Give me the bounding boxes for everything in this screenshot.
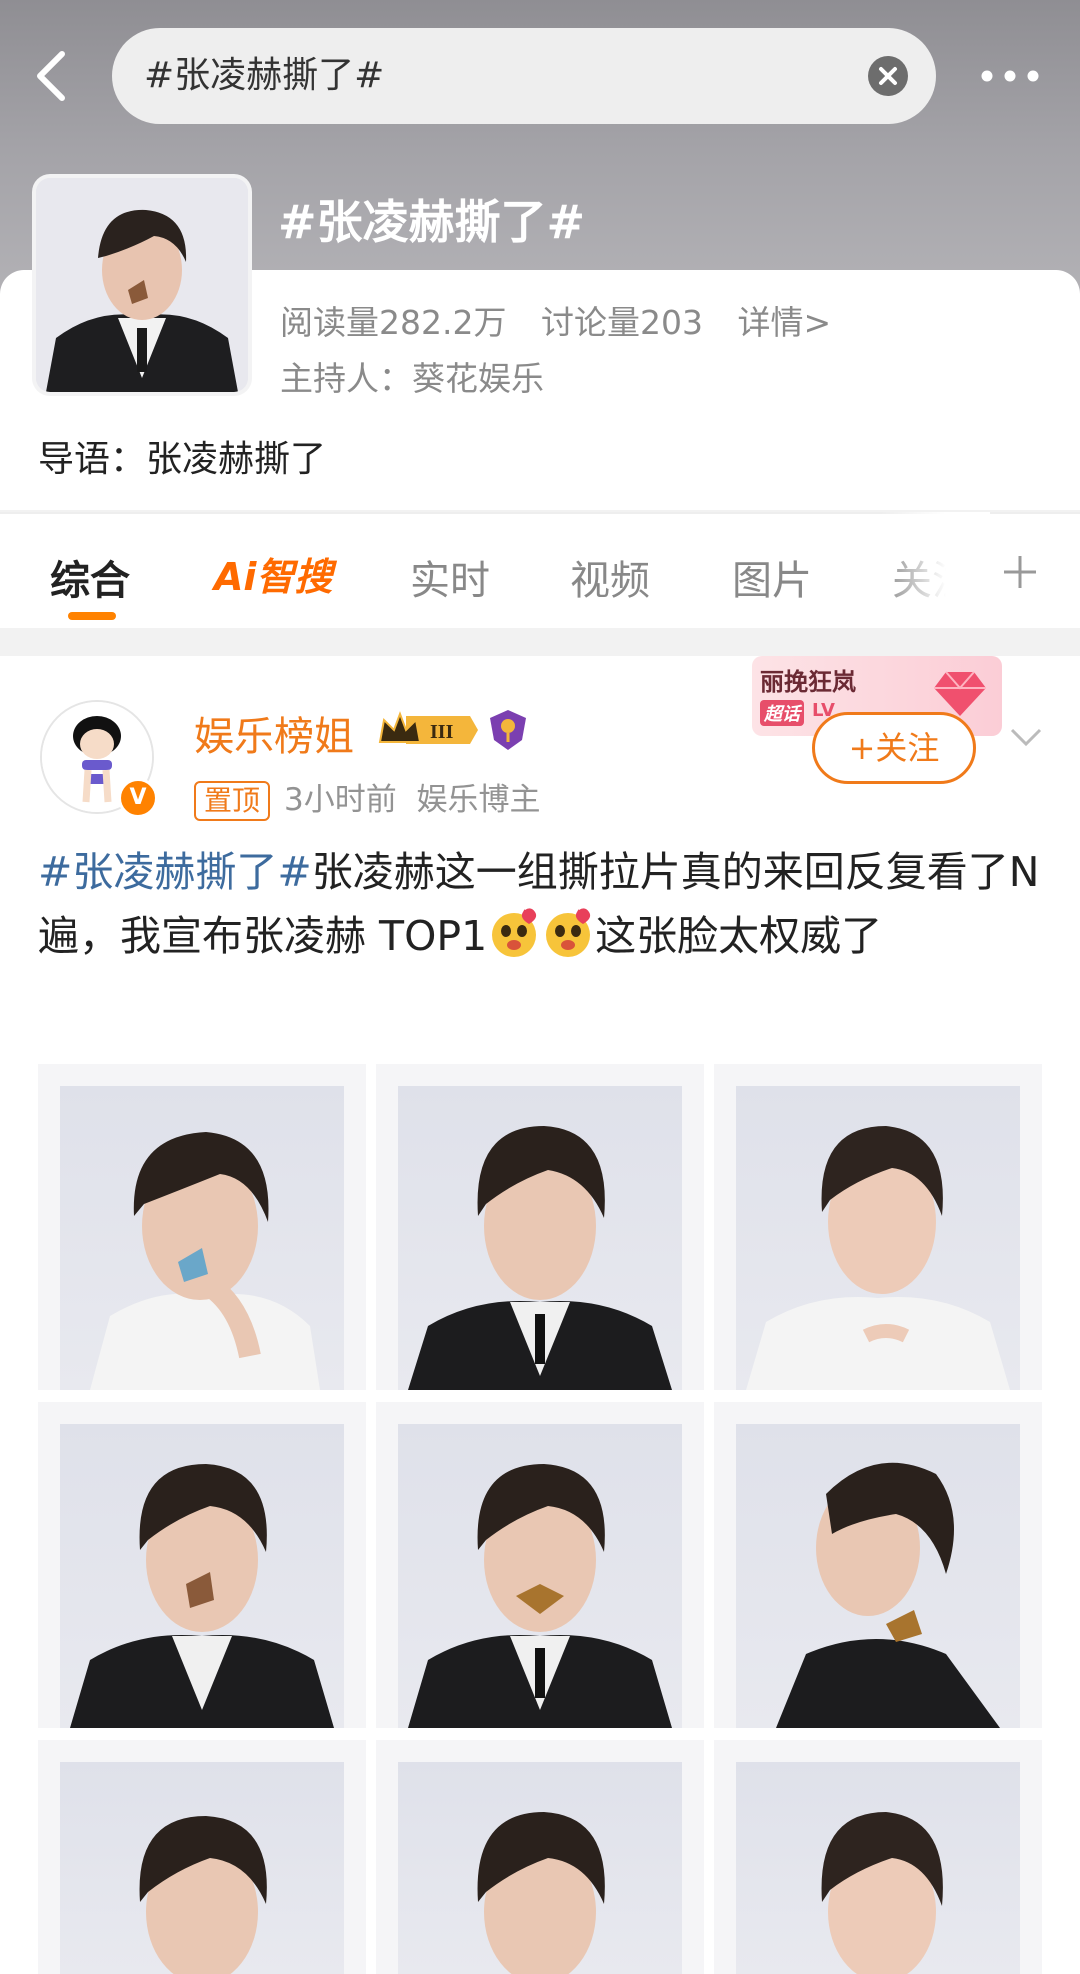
portrait-image (477, 1812, 605, 1974)
topic-title: #张凌赫撕了# (278, 195, 586, 249)
portrait-image (776, 1462, 1000, 1728)
more-options-button[interactable] (975, 56, 1045, 96)
photo-thumbnail-6[interactable] (714, 1402, 1042, 1728)
svg-text:III: III (430, 721, 454, 743)
topic-cover-image[interactable] (32, 174, 252, 396)
photo-thumbnail-1[interactable] (38, 1064, 366, 1390)
shield-icon (488, 708, 528, 752)
tab-video[interactable]: 视频 (570, 548, 650, 606)
topic-stats: 阅读量282.2万 讨论量203 详情> (280, 296, 855, 344)
author-name[interactable]: 娱乐榜姐 (194, 704, 354, 762)
post-menu-button[interactable] (1008, 718, 1044, 754)
pinned-tag: 置顶 (194, 781, 271, 821)
discussion-count: 讨论量203 (540, 303, 703, 342)
author-role: 娱乐博主 (416, 782, 541, 818)
clear-search-button[interactable] (868, 56, 908, 96)
details-link[interactable]: 详情> (737, 303, 831, 342)
chevron-down-icon (1010, 728, 1042, 747)
photo-thumbnail-2[interactable] (376, 1064, 704, 1390)
add-tab-button[interactable] (1000, 552, 1040, 592)
photo-thumbnail-7[interactable] (38, 1740, 366, 1974)
heart-eyes-emoji-icon (546, 908, 591, 957)
tab-bar: 综合 Ai智搜 实时 视频 图片 关注 (0, 512, 1080, 628)
back-button[interactable] (24, 46, 84, 106)
post-hashtag[interactable]: #张凌赫撕了# (38, 848, 312, 896)
crown-icon: III (378, 711, 478, 744)
portrait-image (746, 1126, 1010, 1390)
read-count: 阅读量282.2万 (280, 303, 507, 342)
portrait-image (36, 178, 248, 392)
portrait-image (821, 1812, 943, 1974)
tab-images[interactable]: 图片 (732, 548, 812, 606)
close-icon (879, 67, 897, 85)
topic-host[interactable]: 主持人：葵花娱乐 (280, 352, 544, 400)
portrait-image (70, 1464, 334, 1728)
portrait-image (408, 1464, 672, 1728)
post-time: 3小时前 (284, 782, 397, 818)
photo-thumbnail-8[interactable] (376, 1740, 704, 1974)
photo-grid (38, 1064, 1042, 1974)
top-bar: #张凌赫撕了# (0, 26, 1080, 126)
plus-icon (1004, 556, 1036, 588)
tab-ai-search[interactable]: Ai智搜 (214, 546, 332, 601)
post-body: #张凌赫撕了#张凌赫这一组撕拉片真的来回反复看了N遍，我宣布张凌赫 TOP1 这张… (38, 840, 1048, 968)
crown-level-badge: III (376, 708, 480, 752)
tab-fade-overlay (880, 512, 990, 628)
search-query: #张凌赫撕了# (144, 55, 385, 96)
promo-title: 丽挽狂岚 (760, 668, 856, 696)
heart-eyes-emoji-icon (492, 908, 537, 957)
tab-comprehensive[interactable]: 综合 (50, 548, 130, 606)
photo-thumbnail-5[interactable] (376, 1402, 704, 1728)
tab-realtime[interactable]: 实时 (410, 548, 490, 606)
active-tab-indicator (68, 612, 116, 620)
chevron-left-icon (37, 51, 65, 101)
photo-thumbnail-9[interactable] (714, 1740, 1042, 1974)
post-card: V 娱乐榜姐 III 置顶 3小时前 娱乐博主 丽挽狂岚 超话 LV +关注 #… (0, 656, 1080, 1974)
post-text-tail: 这张脸太权威了 (595, 912, 883, 960)
portrait-image (408, 1126, 672, 1390)
topic-intro: 导语：张凌赫撕了 (38, 439, 327, 480)
more-dots-icon (981, 70, 1039, 82)
promo-super-topic-tag: 超话 (760, 700, 804, 726)
photo-thumbnail-3[interactable] (714, 1064, 1042, 1390)
verified-badge: V (118, 778, 158, 818)
portrait-image (139, 1816, 267, 1974)
follow-button[interactable]: +关注 (812, 712, 976, 784)
photo-thumbnail-4[interactable] (38, 1402, 366, 1728)
portrait-image (90, 1132, 320, 1390)
post-meta: 置顶 3小时前 娱乐博主 (194, 774, 540, 821)
search-input[interactable]: #张凌赫撕了# (112, 28, 936, 124)
